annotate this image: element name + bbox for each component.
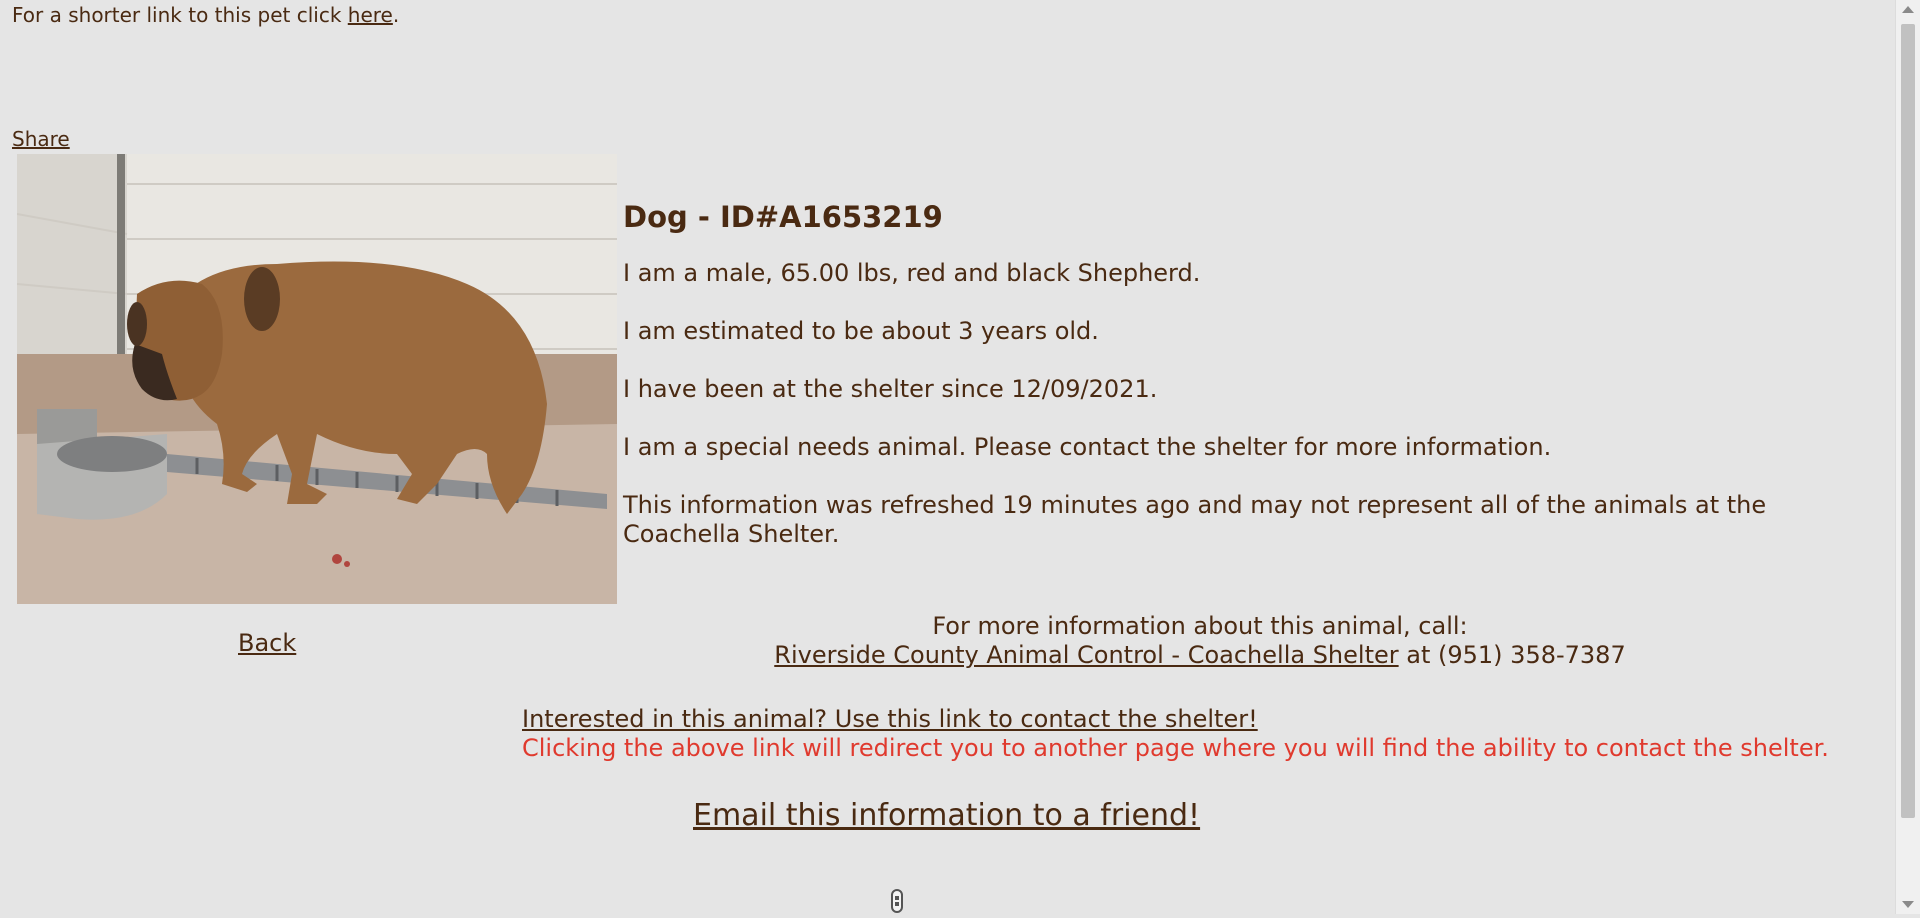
animal-info: Dog - ID#A1653219 I am a male, 65.00 lbs… (623, 199, 1853, 578)
refresh-note: This information was refreshed 19 minute… (623, 491, 1767, 548)
email-friend-link[interactable]: Email this information to a friend! (693, 798, 1200, 833)
phone-text: at (951) 358-7387 (1406, 641, 1626, 669)
vertical-scrollbar[interactable] (1895, 0, 1920, 914)
dog-photo-image (17, 154, 617, 604)
scroll-thumb[interactable] (1901, 24, 1915, 818)
back-link[interactable]: Back (238, 628, 296, 658)
email-section: Email this information to a friend! (693, 797, 1200, 835)
shelter-link[interactable]: Riverside County Animal Control - Coache… (774, 641, 1398, 669)
short-link-here[interactable]: here (348, 3, 393, 27)
interest-section: Interested in this animal? Use this link… (522, 705, 1829, 763)
contact-shelter-link[interactable]: Interested in this animal? Use this link… (522, 705, 1258, 733)
call-text: For more information about this animal, … (932, 612, 1468, 640)
animal-age: I am estimated to be about 3 years old. (623, 317, 1099, 345)
loading-icon (889, 888, 905, 914)
share-link[interactable]: Share (12, 126, 70, 152)
short-link-suffix: . (392, 3, 400, 27)
short-link-line: For a shorter link to this pet click her… (12, 2, 399, 28)
animal-special-needs: I am a special needs animal. Please cont… (623, 433, 1552, 461)
pet-photo (17, 154, 617, 604)
redirect-warning: Clicking the above link will redirect yo… (522, 734, 1829, 762)
page: For a shorter link to this pet click her… (0, 0, 1896, 914)
animal-description: I am a male, 65.00 lbs, red and black Sh… (623, 259, 1201, 287)
scroll-up-arrow-icon[interactable] (1902, 6, 1914, 13)
short-link-prefix: For a shorter link to this pet click (12, 3, 342, 27)
animal-shelter-since: I have been at the shelter since 12/09/2… (623, 375, 1158, 403)
animal-title: Dog - ID#A1653219 (623, 200, 943, 234)
scroll-down-arrow-icon[interactable] (1902, 901, 1914, 908)
shelter-line: Riverside County Animal Control - Coache… (620, 641, 1780, 670)
contact-info: For more information about this animal, … (620, 612, 1780, 670)
